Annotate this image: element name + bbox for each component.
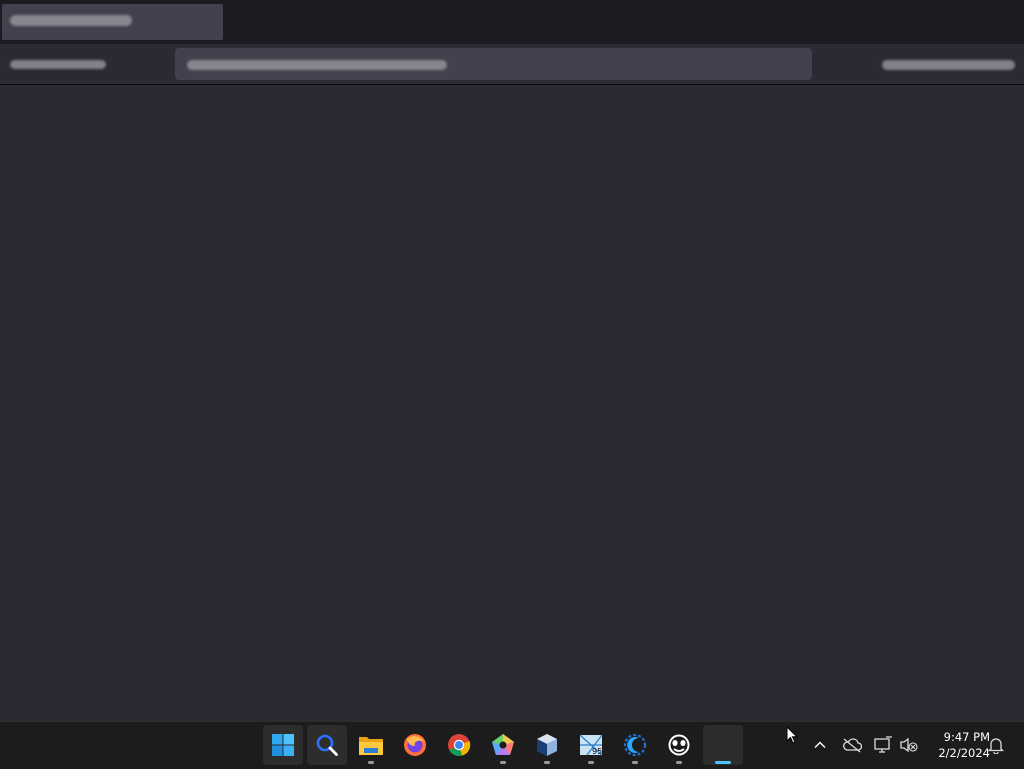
tab-strip xyxy=(0,0,1024,44)
pentagon-app-button[interactable] xyxy=(483,725,523,765)
start-button[interactable] xyxy=(263,725,303,765)
running-indicator xyxy=(588,761,594,764)
virtualbox-icon xyxy=(537,734,557,756)
running-indicator xyxy=(500,761,506,764)
eclipse-icon xyxy=(623,733,647,757)
running-indicator xyxy=(368,761,374,764)
chrome-button[interactable] xyxy=(439,725,479,765)
page-content xyxy=(0,85,1024,721)
speaker-muted-icon xyxy=(900,737,918,753)
tab-title-placeholder xyxy=(10,15,132,26)
clock-date: 2/2/2024 xyxy=(938,746,990,760)
robot-face-app-icon xyxy=(668,734,690,756)
eclipse-button[interactable] xyxy=(615,725,655,765)
network-disconnected-icon xyxy=(874,736,892,753)
clock[interactable]: 9:47 PM 2/2/2024 xyxy=(926,729,990,761)
show-hidden-icons-button[interactable] xyxy=(809,734,831,756)
url-placeholder xyxy=(187,60,447,70)
active-indicator xyxy=(715,761,731,764)
clock-time: 9:47 PM xyxy=(943,730,990,744)
bell-icon xyxy=(988,738,1004,754)
svg-text:95: 95 xyxy=(592,747,602,756)
virtualbox-button[interactable] xyxy=(527,725,567,765)
folder-icon xyxy=(359,737,383,755)
volume-tray-button[interactable] xyxy=(898,734,920,756)
sheet-95-app-button[interactable]: 95 xyxy=(571,725,611,765)
browser-tab[interactable] xyxy=(2,4,223,40)
toolbar-left-placeholder[interactable] xyxy=(10,60,106,69)
active-window-button[interactable] xyxy=(703,725,743,765)
address-bar[interactable] xyxy=(175,48,812,80)
firefox-button[interactable] xyxy=(395,725,435,765)
chevron-up-icon xyxy=(814,741,826,748)
notifications-button[interactable] xyxy=(985,734,1007,756)
search-icon xyxy=(316,734,338,756)
firefox-icon xyxy=(404,734,426,756)
browser-toolbar xyxy=(0,44,1024,85)
taskbar: 95 9:47 PM 2/2/2024 xyxy=(0,721,1024,769)
search-button[interactable] xyxy=(307,725,347,765)
toolbar-right-placeholder[interactable] xyxy=(882,60,1015,70)
running-indicator xyxy=(676,761,682,764)
active-window-icon xyxy=(712,734,734,756)
network-tray-button[interactable] xyxy=(872,734,894,756)
chrome-icon xyxy=(448,734,471,757)
cloud-offline-icon xyxy=(843,738,862,753)
windows-start-icon xyxy=(272,734,294,756)
mouse-cursor-icon xyxy=(786,726,798,744)
sheet-95-app-icon: 95 xyxy=(579,734,603,756)
robot-face-app-button[interactable] xyxy=(659,725,699,765)
running-indicator xyxy=(544,761,550,764)
running-indicator xyxy=(632,761,638,764)
onedrive-tray-button[interactable] xyxy=(841,734,863,756)
colorful-pentagon-app-icon xyxy=(492,734,514,755)
file-explorer-button[interactable] xyxy=(351,725,391,765)
